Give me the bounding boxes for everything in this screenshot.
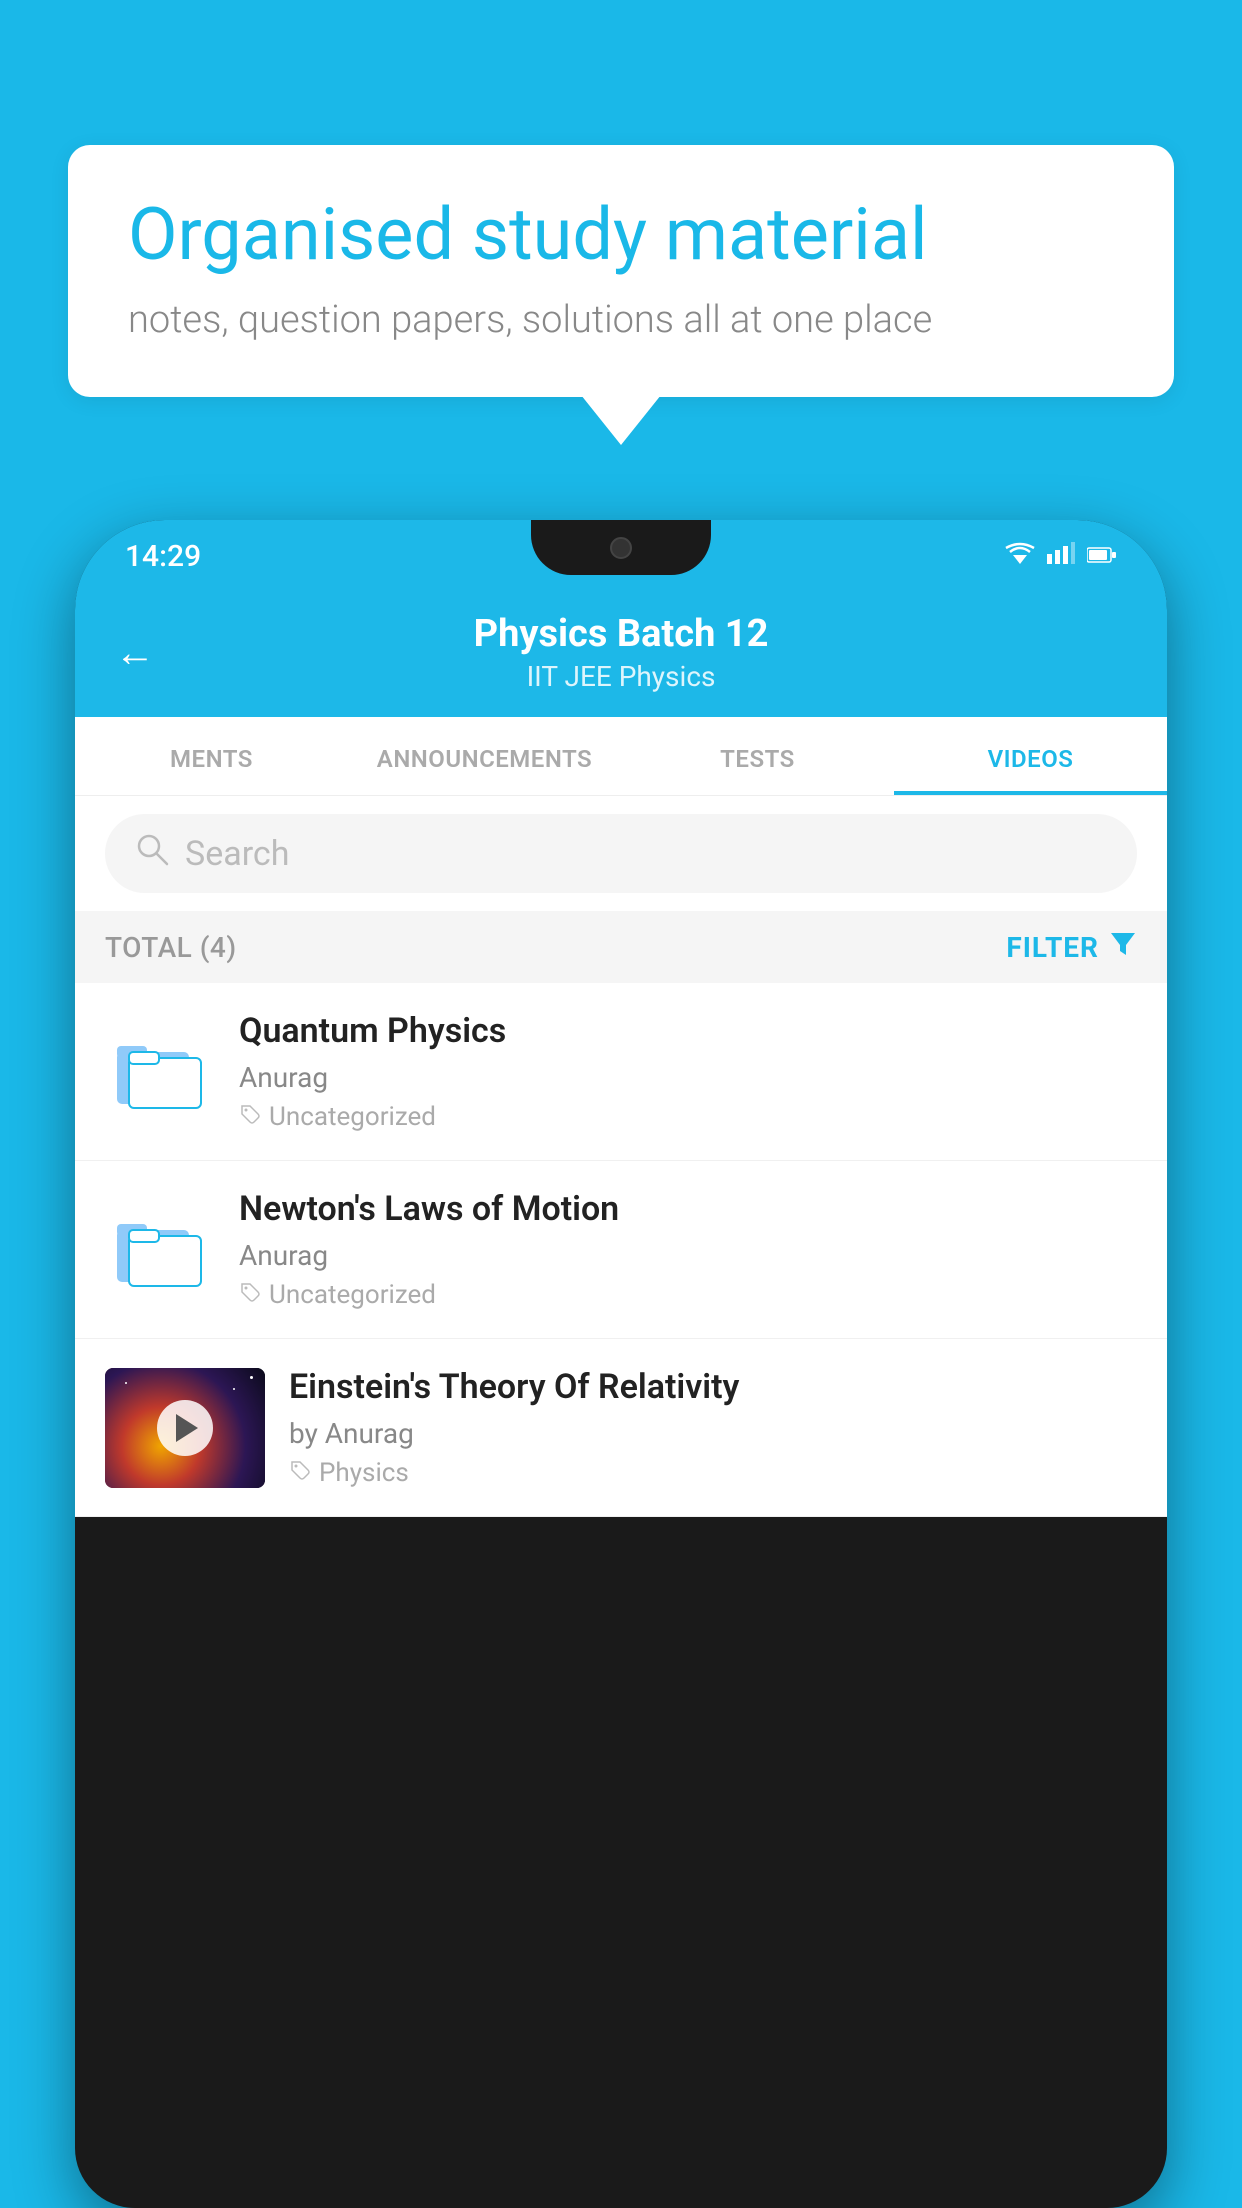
phone-frame: 14:29 [75, 520, 1167, 2208]
filter-row: TOTAL (4) FILTER [75, 911, 1167, 983]
search-icon [135, 832, 169, 875]
signal-icon [1047, 541, 1075, 571]
speech-bubble-section: Organised study material notes, question… [68, 145, 1174, 397]
video-title: Quantum Physics [239, 1011, 1137, 1051]
list-item[interactable]: Einstein's Theory Of Relativity by Anura… [75, 1339, 1167, 1517]
status-time: 14:29 [125, 539, 201, 574]
tab-tests[interactable]: TESTS [621, 717, 894, 795]
camera-dot [610, 537, 632, 559]
search-bar-container: Search [75, 796, 1167, 911]
play-button[interactable] [157, 1400, 213, 1456]
video-title: Einstein's Theory Of Relativity [289, 1367, 1137, 1407]
back-button[interactable]: ← [115, 629, 155, 676]
search-input[interactable]: Search [185, 834, 289, 874]
list-item[interactable]: Quantum Physics Anurag Uncategorized [75, 983, 1167, 1161]
tag-icon [239, 1280, 261, 1310]
speech-bubble-card: Organised study material notes, question… [68, 145, 1174, 397]
video-info: Einstein's Theory Of Relativity by Anura… [289, 1367, 1137, 1488]
folder-icon-container [105, 1200, 215, 1300]
wifi-icon [1005, 541, 1035, 571]
phone-content: 14:29 [75, 520, 1167, 2208]
app-header: ← Physics Batch 12 IIT JEE Physics [75, 592, 1167, 717]
video-tag: Physics [289, 1458, 1137, 1488]
total-count: TOTAL (4) [105, 931, 237, 964]
video-info: Newton's Laws of Motion Anurag Uncategor… [239, 1189, 1137, 1310]
phone-notch [531, 520, 711, 575]
video-author: by Anurag [289, 1417, 1137, 1450]
video-thumbnail [105, 1368, 265, 1488]
video-list: Quantum Physics Anurag Uncategorized [75, 983, 1167, 1517]
search-bar[interactable]: Search [105, 814, 1137, 893]
filter-funnel-icon [1109, 929, 1137, 965]
status-icons [1005, 541, 1117, 571]
status-bar: 14:29 [75, 520, 1167, 592]
tab-announcements[interactable]: ANNOUNCEMENTS [348, 717, 621, 795]
speech-bubble-heading: Organised study material [128, 195, 1114, 274]
speech-bubble-subtext: notes, question papers, solutions all at… [128, 298, 1114, 342]
video-tag: Uncategorized [239, 1280, 1137, 1310]
filter-button[interactable]: FILTER [1006, 929, 1137, 965]
list-item[interactable]: Newton's Laws of Motion Anurag Uncategor… [75, 1161, 1167, 1339]
battery-icon [1087, 541, 1117, 571]
folder-icon-container [105, 1022, 215, 1122]
batch-title: Physics Batch 12 [185, 612, 1057, 656]
video-author: Anurag [239, 1239, 1137, 1272]
video-tag: Uncategorized [239, 1102, 1137, 1132]
header-title-block: Physics Batch 12 IIT JEE Physics [185, 612, 1057, 693]
video-author: Anurag [239, 1061, 1137, 1094]
tabs-bar: MENTS ANNOUNCEMENTS TESTS VIDEOS [75, 717, 1167, 796]
tab-ments[interactable]: MENTS [75, 717, 348, 795]
tag-icon [289, 1458, 311, 1488]
tab-videos[interactable]: VIDEOS [894, 717, 1167, 795]
batch-subtitle: IIT JEE Physics [185, 660, 1057, 693]
video-info: Quantum Physics Anurag Uncategorized [239, 1011, 1137, 1132]
video-title: Newton's Laws of Motion [239, 1189, 1137, 1229]
tag-icon [239, 1102, 261, 1132]
